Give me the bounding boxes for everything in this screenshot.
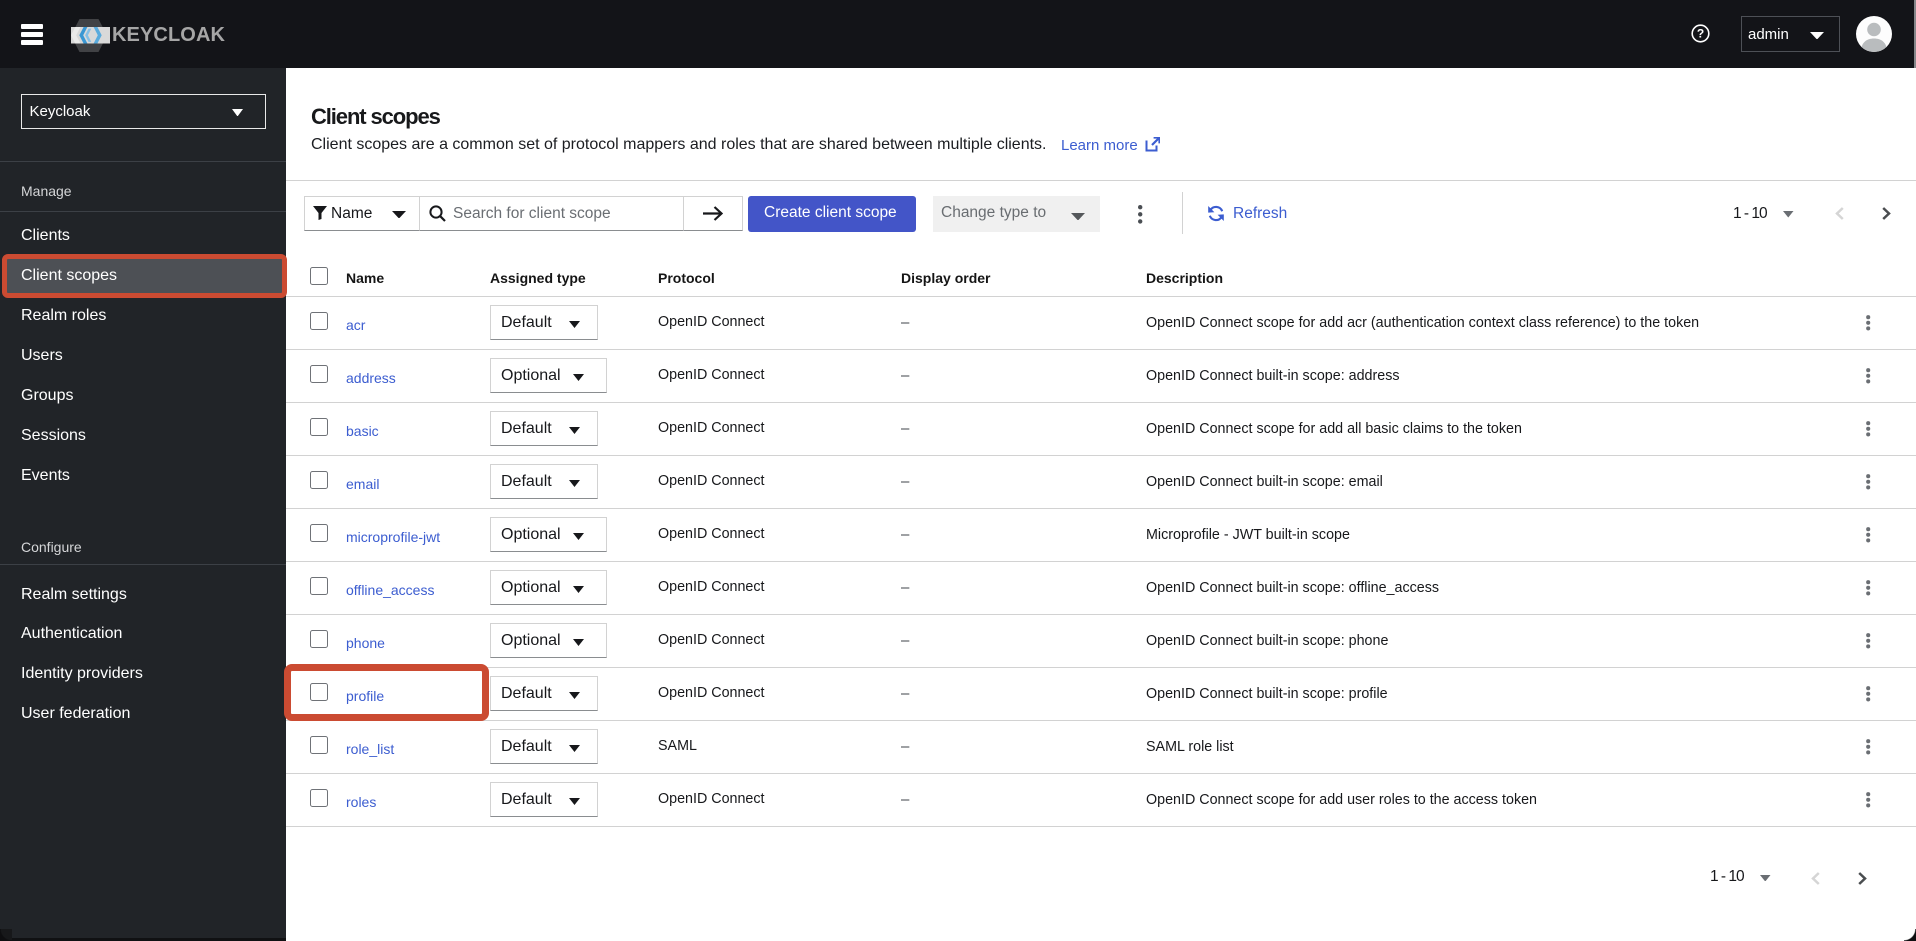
svg-text:?: ? [1697,27,1704,41]
